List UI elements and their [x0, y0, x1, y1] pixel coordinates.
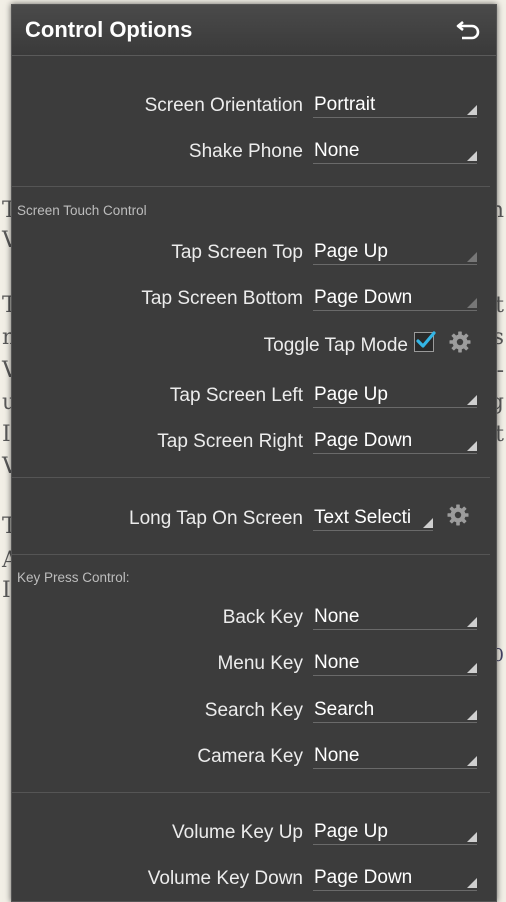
- setting-row-screen-orientation: Screen Orientation Portrait: [12, 87, 496, 127]
- dropdown-arrow-icon: [467, 617, 477, 627]
- select-value: None: [314, 652, 360, 673]
- setting-row-menu-key: Menu Key None: [12, 645, 496, 685]
- volume-key-up-select[interactable]: Page Up: [313, 814, 477, 845]
- dialog-titlebar: Control Options: [12, 5, 496, 56]
- section-divider: [12, 792, 490, 793]
- setting-label: Long Tap On Screen: [129, 508, 303, 529]
- camera-key-select[interactable]: None: [313, 738, 477, 769]
- toggle-tap-mode-checkbox[interactable]: [414, 331, 436, 352]
- setting-label: Menu Key: [217, 653, 303, 674]
- section-label-screen-touch: Screen Touch Control: [17, 203, 147, 218]
- select-value: Search: [314, 699, 375, 720]
- tap-screen-right-select[interactable]: Page Down: [313, 423, 477, 454]
- setting-row-toggle-tap-mode: Toggle Tap Mode: [12, 327, 496, 367]
- screen-orientation-select[interactable]: Portrait: [313, 87, 477, 118]
- dialog-title: Control Options: [25, 17, 193, 42]
- gear-icon: [449, 331, 471, 353]
- setting-row-tap-bottom: Tap Screen Bottom Page Down: [12, 280, 496, 320]
- tap-screen-left-select[interactable]: Page Up: [313, 377, 477, 408]
- back-key-select[interactable]: None: [313, 599, 477, 630]
- select-value: Page Down: [314, 287, 413, 308]
- dropdown-arrow-icon: [467, 832, 477, 842]
- control-options-dialog: Control Options Screen Orientation Portr…: [11, 4, 497, 902]
- long-tap-select[interactable]: Text Selecti: [313, 500, 433, 531]
- dropdown-arrow-icon: [467, 105, 477, 115]
- checkmark-icon: [416, 331, 436, 348]
- bg-fragment: I: [2, 578, 11, 603]
- dropdown-arrow-icon: [467, 756, 477, 766]
- setting-row-volume-up: Volume Key Up Page Up: [12, 814, 496, 854]
- bg-fragment: -: [496, 358, 504, 383]
- setting-label: Volume Key Down: [147, 868, 303, 889]
- select-value: Page Down: [314, 867, 413, 888]
- select-value: None: [314, 745, 360, 766]
- setting-label: Volume Key Up: [172, 822, 303, 843]
- dropdown-arrow-icon: [467, 441, 477, 451]
- select-value: Page Up: [314, 241, 388, 262]
- section-label-key-press: Key Press Control:: [17, 570, 130, 585]
- setting-row-tap-left: Tap Screen Left Page Up: [12, 377, 496, 417]
- bg-fragment: I: [2, 422, 11, 447]
- tap-mode-settings-button[interactable]: [448, 330, 472, 354]
- select-value: Text Selecti: [314, 507, 412, 528]
- select-value: Page Up: [314, 821, 388, 842]
- setting-row-volume-down: Volume Key Down Page Down: [12, 860, 496, 900]
- dropdown-arrow-icon: [467, 663, 477, 673]
- setting-row-search-key: Search Key Search: [12, 692, 496, 732]
- dropdown-arrow-icon: [467, 710, 477, 720]
- dropdown-arrow-icon: [467, 298, 477, 308]
- tap-screen-top-select[interactable]: Page Up: [313, 234, 477, 265]
- back-arrow-icon: [456, 20, 480, 40]
- setting-label: Shake Phone: [188, 141, 303, 162]
- tap-screen-bottom-select[interactable]: Page Down: [313, 280, 477, 311]
- setting-row-camera-key: Camera Key None: [12, 738, 496, 778]
- dropdown-arrow-icon: [467, 151, 477, 161]
- select-value: None: [314, 140, 360, 161]
- menu-key-select[interactable]: None: [313, 645, 477, 676]
- dropdown-arrow-icon: [467, 395, 477, 405]
- setting-row-long-tap: Long Tap On Screen Text Selecti: [12, 500, 496, 540]
- section-divider: [12, 186, 490, 187]
- select-value: Page Down: [314, 430, 413, 451]
- shake-phone-select[interactable]: None: [313, 133, 477, 164]
- setting-label: Screen Orientation: [144, 95, 303, 116]
- setting-label: Tap Screen Bottom: [141, 288, 303, 309]
- back-button[interactable]: [452, 13, 486, 47]
- setting-label: Camera Key: [197, 746, 303, 767]
- setting-label: Search Key: [204, 700, 303, 721]
- search-key-select[interactable]: Search: [313, 692, 477, 723]
- section-divider: [12, 477, 490, 478]
- gear-icon: [447, 504, 469, 526]
- setting-label: Toggle Tap Mode: [263, 335, 408, 356]
- select-value: Portrait: [314, 94, 376, 115]
- setting-label: Tap Screen Left: [169, 385, 303, 406]
- setting-row-tap-right: Tap Screen Right Page Down: [12, 423, 496, 463]
- setting-row-tap-top: Tap Screen Top Page Up: [12, 234, 496, 274]
- setting-label: Back Key: [222, 607, 303, 628]
- setting-row-back-key: Back Key None: [12, 599, 496, 639]
- dropdown-arrow-icon: [467, 878, 477, 888]
- volume-key-down-select[interactable]: Page Down: [313, 860, 477, 891]
- setting-label: Tap Screen Right: [157, 431, 303, 452]
- setting-row-shake-phone: Shake Phone None: [12, 133, 496, 173]
- dropdown-arrow-icon: [423, 518, 433, 528]
- select-value: Page Up: [314, 384, 388, 405]
- long-tap-settings-button[interactable]: [446, 503, 470, 527]
- select-value: None: [314, 606, 360, 627]
- section-divider: [12, 554, 490, 555]
- dropdown-arrow-icon: [467, 252, 477, 262]
- setting-label: Tap Screen Top: [171, 242, 303, 263]
